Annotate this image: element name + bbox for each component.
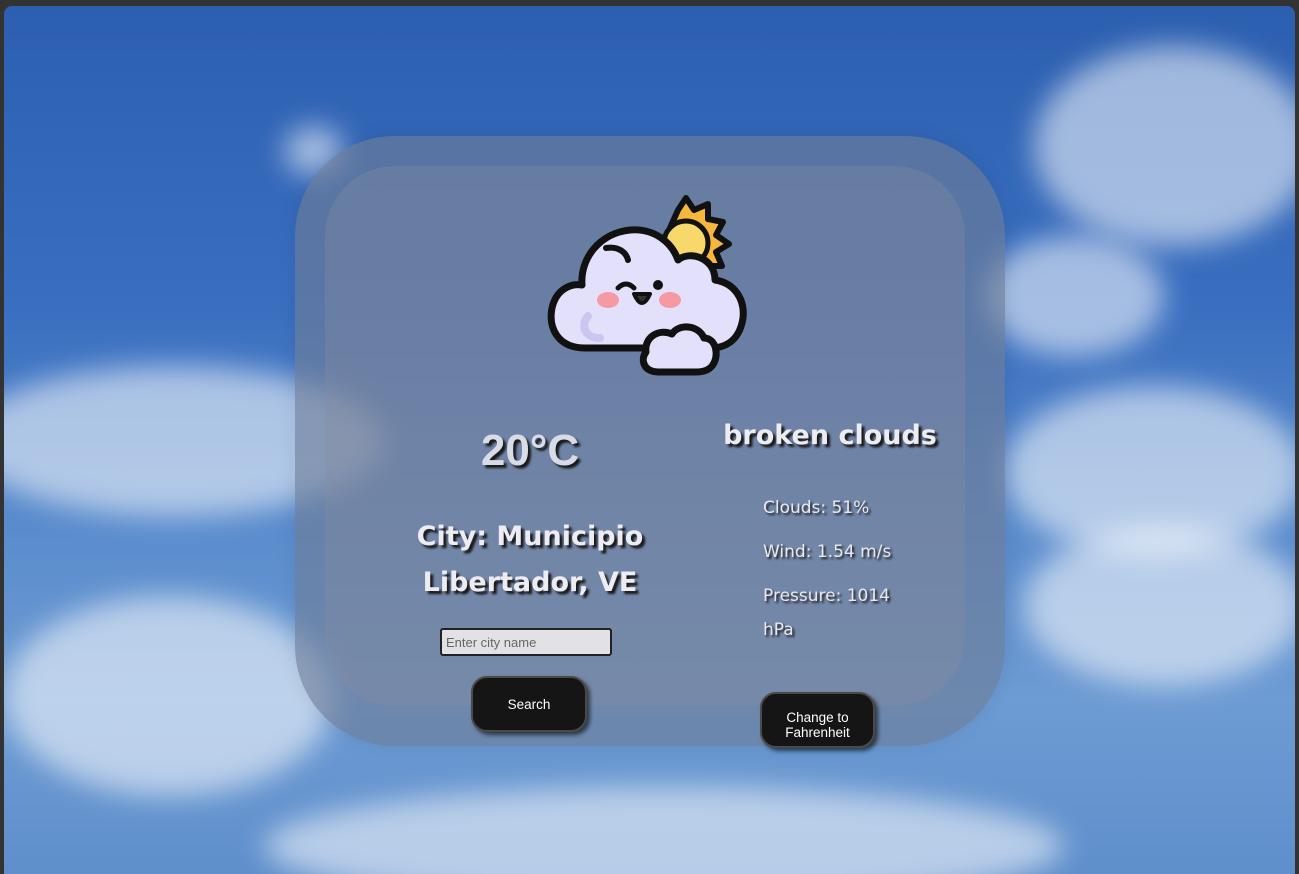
cloud-with-sun-icon [547, 195, 747, 376]
sky-cloud-decoration [1024, 526, 1295, 686]
pressure-detail: Pressure: 1014 hPa [763, 586, 890, 640]
sky-cloud-decoration [4, 596, 334, 796]
weather-description: broken clouds [723, 420, 937, 451]
clouds-detail: Clouds: 51% [763, 498, 870, 518]
change-unit-button[interactable]: Change to Fahrenheit [760, 692, 875, 748]
city-name: City: Municipio Libertador, VE [416, 521, 644, 598]
weather-card: 20°C City: Municipio Libertador, VE Sear… [295, 136, 1005, 748]
sky-cloud-decoration [264, 786, 1064, 874]
search-button[interactable]: Search [471, 676, 587, 732]
city-search-input[interactable] [440, 628, 612, 656]
browser-window: 20°C City: Municipio Libertador, VE Sear… [0, 0, 1299, 874]
small-cloud-icon [639, 323, 720, 376]
weather-details: Clouds: 51% Wind: 1.54 m/s Pressure: 101… [763, 491, 913, 657]
wind-detail: Wind: 1.54 m/s [763, 542, 892, 562]
sky-cloud-decoration [1034, 46, 1295, 246]
page-background: 20°C City: Municipio Libertador, VE Sear… [4, 6, 1295, 874]
temperature-display: 20°C [480, 426, 580, 475]
sky-cloud-decoration [984, 236, 1164, 356]
